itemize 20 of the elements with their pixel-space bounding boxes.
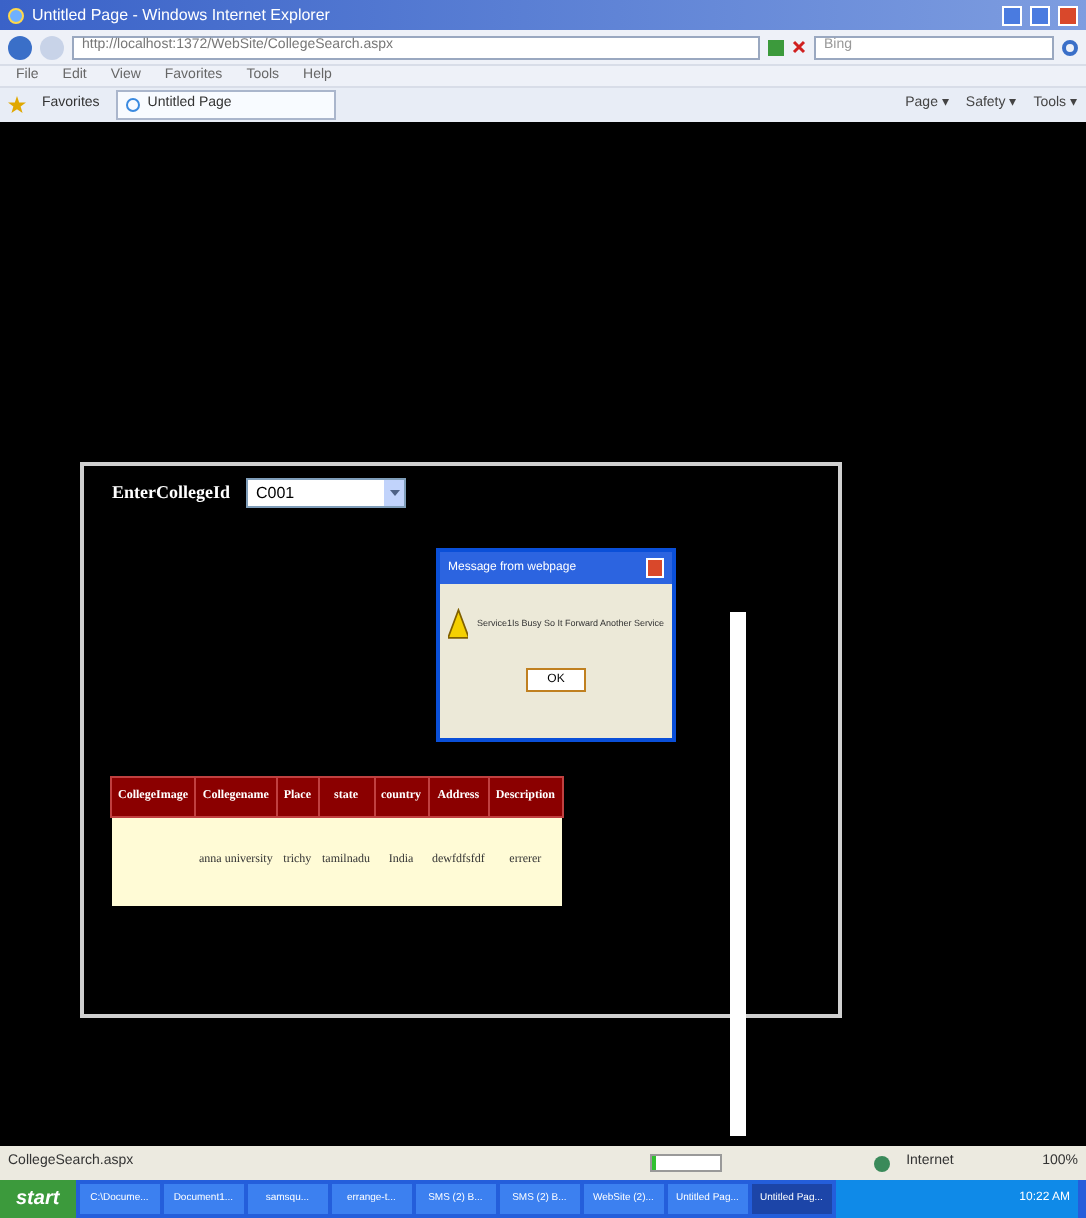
dropdown-button[interactable]: [384, 480, 404, 506]
tab-icon: [125, 98, 140, 112]
close-button[interactable]: [646, 558, 664, 578]
star-icon[interactable]: [8, 96, 26, 114]
warning-icon: [448, 608, 469, 640]
start-button[interactable]: start: [0, 1180, 76, 1218]
refresh-icon[interactable]: [768, 39, 784, 55]
back-button[interactable]: [8, 35, 32, 59]
window-title: Untitled Page - Windows Internet Explorer: [32, 3, 332, 27]
caret-icon: [389, 490, 399, 496]
maximize-button[interactable]: [1030, 5, 1050, 25]
table-cell: [111, 817, 195, 905]
stop-icon[interactable]: [792, 40, 806, 54]
globe-icon: [874, 1155, 891, 1171]
close-button[interactable]: [1058, 5, 1078, 25]
college-id-label: EnterCollegeId: [112, 479, 230, 506]
browser-icon: [8, 7, 24, 23]
search-icon[interactable]: [1062, 39, 1078, 55]
college-id-select[interactable]: C001: [246, 478, 406, 508]
minimize-button[interactable]: [1002, 5, 1022, 25]
